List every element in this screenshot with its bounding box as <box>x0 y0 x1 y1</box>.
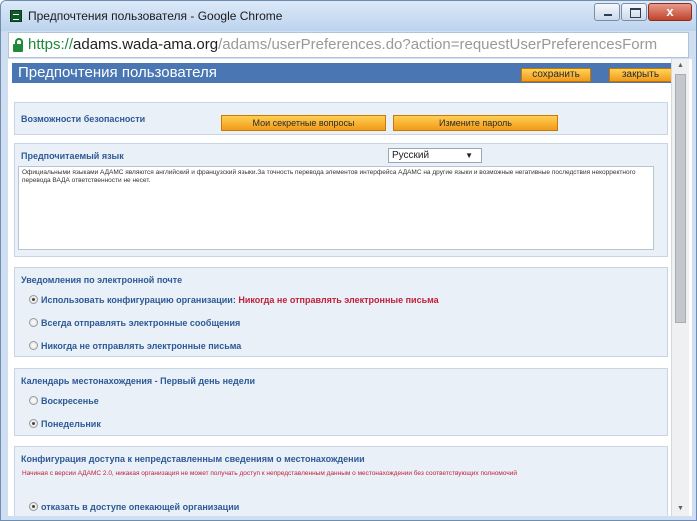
calendar-title: Календарь местонахождения - Первый день … <box>21 376 255 386</box>
secret-questions-button[interactable]: Мои секретные вопросы <box>221 115 386 131</box>
security-title: Возможности безопасности <box>21 114 146 124</box>
page-header: Предпочтения пользователя сохранить закр… <box>12 63 676 83</box>
maximize-button[interactable] <box>621 3 647 21</box>
browser-window: Предпочтения пользователя - Google Chrom… <box>0 0 697 521</box>
email-option-always-label[interactable]: Всегда отправлять электронные сообщения <box>41 318 240 328</box>
page-viewport: Предпочтения пользователя сохранить закр… <box>8 59 692 516</box>
email-title: Уведомления по электронной почте <box>21 275 183 285</box>
url-scheme: https:// <box>28 36 74 53</box>
dropdown-arrow-icon: ▼ <box>465 151 473 160</box>
minimize-button[interactable] <box>594 3 620 21</box>
email-option-org-radio[interactable] <box>29 295 38 304</box>
access-title: Конфигурация доступа к непредставленным … <box>21 454 365 464</box>
url-host: adams.wada-ama.org <box>73 36 219 53</box>
language-title: Предпочитаемый язык <box>21 151 124 161</box>
calendar-sunday-label[interactable]: Воскресенье <box>41 396 99 406</box>
calendar-monday-label[interactable]: Понедельник <box>41 419 101 429</box>
url-text[interactable]: https://adams.wada-ama.org/adams/userPre… <box>28 36 657 53</box>
language-selected-value: Русский <box>392 150 430 161</box>
email-option-org-value: Никогда не отправлять электронные письма <box>238 295 439 305</box>
language-select[interactable]: Русский ▼ <box>388 148 482 163</box>
email-option-never-label[interactable]: Никогда не отправлять электронные письма <box>41 341 241 351</box>
email-option-always-radio[interactable] <box>29 318 38 327</box>
access-deny-label[interactable]: отказать в доступе опекающей организации <box>41 502 239 512</box>
close-window-button[interactable] <box>648 3 692 21</box>
email-option-org-label[interactable]: Использовать конфигурацию организации: Н… <box>41 295 439 305</box>
app-icon <box>10 10 22 22</box>
address-bar[interactable]: https://adams.wada-ama.org/adams/userPre… <box>8 32 689 58</box>
lock-icon <box>13 38 23 52</box>
language-notice-textarea[interactable]: Официальными языками АДАМС являются англ… <box>18 166 654 250</box>
url-path: /adams/userPreferences.do?action=request… <box>218 36 658 53</box>
page-title: Предпочтения пользователя <box>18 64 217 81</box>
change-password-button[interactable]: Измените пароль <box>393 115 558 131</box>
scroll-up-arrow-icon[interactable]: ▲ <box>672 59 689 73</box>
window-title: Предпочтения пользователя - Google Chrom… <box>28 9 283 23</box>
window-controls <box>593 3 692 21</box>
scroll-down-arrow-icon[interactable]: ▼ <box>672 502 689 516</box>
vertical-scrollbar[interactable]: ▲ ▼ <box>671 59 689 516</box>
title-bar[interactable]: Предпочтения пользователя - Google Chrom… <box>1 1 696 31</box>
close-button[interactable]: закрыть <box>609 68 672 82</box>
email-option-never-radio[interactable] <box>29 341 38 350</box>
access-deny-radio[interactable] <box>29 502 38 511</box>
access-note: Начиная с версии АДАМС 2.0, никакая орга… <box>22 470 518 477</box>
calendar-monday-radio[interactable] <box>29 419 38 428</box>
scrollbar-thumb[interactable] <box>675 74 686 323</box>
email-option-org-text: Использовать конфигурацию организации: <box>41 295 236 305</box>
calendar-sunday-radio[interactable] <box>29 396 38 405</box>
save-button[interactable]: сохранить <box>521 68 591 82</box>
